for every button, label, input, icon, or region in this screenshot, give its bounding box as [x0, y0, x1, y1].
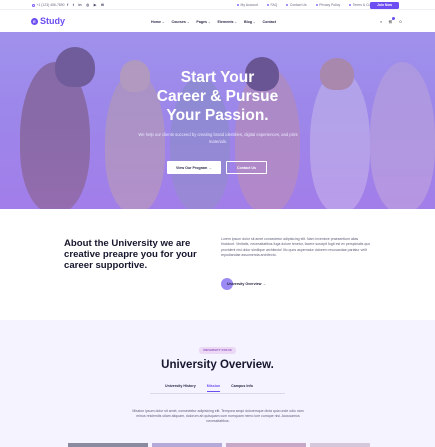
top-link-my-account[interactable]: My Account [237, 3, 259, 7]
nav-item-pages[interactable]: Pages ⌄ [196, 20, 210, 24]
nav-label: Elements [217, 20, 234, 24]
top-link-privacy-policy[interactable]: Privacy Policy [316, 3, 340, 7]
chevron-down-icon: ⌄ [234, 20, 238, 24]
view-program-button[interactable]: View Our Program → [167, 161, 221, 174]
top-link-faq[interactable]: FAQ [267, 3, 278, 7]
logo-text: Study [40, 16, 66, 26]
nav-label: Contact [262, 20, 276, 24]
nav-label: Courses [171, 20, 186, 24]
top-link-contact-us[interactable]: Contact Us [286, 3, 307, 7]
chevron-down-icon: ⌄ [208, 20, 211, 24]
instagram-icon[interactable]: ◎ [86, 3, 89, 7]
top-bar: +1 (123) 456-7890 f t in ◎ ▶ ✉ My Accoun… [0, 0, 435, 10]
phone-icon [32, 3, 35, 7]
nav-item-home[interactable]: Home ⌄ [151, 20, 165, 24]
cart-count-badge [392, 17, 396, 20]
hero-subtitle: We help our clients succeed by creating … [138, 132, 298, 144]
facebook-icon[interactable]: f [67, 3, 68, 7]
tab-divider [150, 393, 285, 394]
mail-icon[interactable]: ✉ [101, 3, 104, 7]
university-overview-label: University Overview → [227, 282, 266, 286]
phone-number: +1 (123) 456-7890 [36, 3, 65, 7]
main-nav: Home ⌄ Courses ⌄ Pages ⌄ Elements ⌄ Blog ⌄ Co… [151, 20, 276, 24]
chevron-down-icon: ⌄ [186, 20, 190, 24]
phone-contact[interactable]: +1 (123) 456-7890 [32, 3, 65, 7]
image-strip-2 [152, 443, 222, 447]
tab-campus-info[interactable]: Campus Info [231, 384, 253, 392]
hero-title-line-2: Career & Pursue [156, 88, 279, 105]
section-badge: UNIVERSITY FOCUS [199, 347, 236, 354]
image-strip-3 [226, 443, 306, 447]
cart-count: 0 [399, 19, 402, 24]
logo[interactable]: E Study [31, 16, 65, 26]
page: { "topbar": { "phone": "+1 (123) 456-789… [0, 0, 435, 447]
top-links: My Account FAQ Contact Us Privacy Policy… [237, 3, 381, 7]
nav-item-blog[interactable]: Blog ⌄ [244, 20, 256, 24]
chevron-down-icon: ⌄ [162, 20, 165, 24]
nav-label: Home [151, 20, 161, 24]
nav-item-elements[interactable]: Elements ⌄ [218, 20, 238, 24]
nav-label: Blog [244, 20, 253, 24]
chevron-down-icon: ⌄ [253, 20, 256, 24]
overview-description: Mission ipsum dolor sit amet, consectetu… [132, 409, 304, 424]
university-overview-link[interactable]: University Overview → [221, 278, 266, 290]
tab-mission[interactable]: Mission [206, 384, 221, 392]
search-icon[interactable]: ⌕ [380, 19, 382, 24]
nav-label: Pages [196, 20, 208, 24]
youtube-icon[interactable]: ▶ [94, 3, 97, 7]
hero-title-line-3: Your Passion. [166, 107, 269, 124]
about-heading: About the University we are creative pre… [64, 238, 197, 271]
header-icons: ⌕ 🛒︎ 0 [380, 17, 402, 24]
contact-us-button[interactable]: Contact Us [226, 161, 267, 174]
image-strip-1 [68, 443, 148, 447]
join-now-button[interactable]: Join Now [370, 1, 399, 9]
about-body: Lorem ipsum dolor sit amet consectetur a… [221, 237, 371, 257]
cart-icon[interactable]: 🛒︎ [388, 17, 396, 24]
logo-mark: E [31, 17, 38, 25]
linkedin-icon[interactable]: in [78, 3, 81, 7]
overview-title: University Overview. [161, 359, 274, 371]
overview-tabs: University History Mission Campus Info [165, 384, 253, 392]
nav-item-contact[interactable]: Contact [263, 20, 276, 24]
hero-title-line-1: Start Your [180, 69, 255, 86]
social-links: f t in ◎ ▶ ✉ [67, 3, 104, 7]
image-strip-4 [310, 443, 370, 447]
tab-university-history[interactable]: University History [165, 384, 196, 392]
nav-item-courses[interactable]: Courses ⌄ [172, 20, 190, 24]
twitter-icon[interactable]: t [73, 3, 74, 7]
